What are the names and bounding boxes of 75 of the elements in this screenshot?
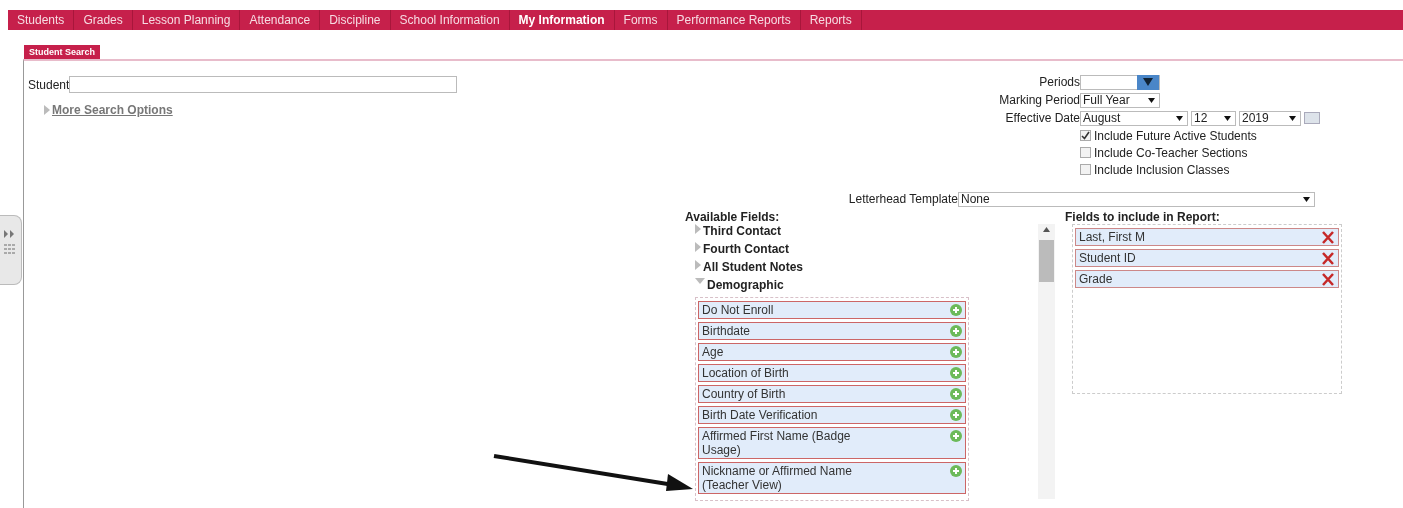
add-icon[interactable] [950, 304, 962, 316]
field-item[interactable]: Do Not Enroll [698, 301, 966, 319]
section-heading: Available Fields: [684, 210, 781, 224]
remove-icon[interactable] [1321, 251, 1335, 265]
add-icon[interactable] [950, 325, 962, 337]
field-label: Effective Date [1004, 111, 1080, 125]
caret-icon [1303, 196, 1310, 202]
letterhead-dropdown[interactable]: None [958, 191, 1315, 207]
nav-tab[interactable]: Discipline [320, 10, 391, 30]
day-dropdown[interactable]: 12 [1191, 110, 1236, 126]
tree-group[interactable]: All Student Notes [703, 260, 803, 274]
expand-triangle-icon[interactable] [695, 242, 701, 252]
caret-icon [1176, 115, 1183, 121]
field-label: Periods [1038, 75, 1080, 89]
nav-tab[interactable]: Lesson Planning [132, 10, 241, 30]
field-label: Student [28, 77, 70, 92]
marking-period-dropdown[interactable]: Full Year [1080, 92, 1160, 108]
included-field-item[interactable]: Last, First M [1075, 228, 1339, 246]
remove-icon[interactable] [1321, 230, 1335, 244]
field-label: Letterhead Template [847, 192, 958, 206]
caret-icon [1148, 97, 1155, 103]
checkbox[interactable] [1080, 130, 1091, 141]
student-field[interactable] [69, 76, 458, 93]
checkbox[interactable] [1080, 147, 1091, 158]
nav-tab[interactable]: My Information [509, 10, 615, 30]
checkbox-label: Include Co-Teacher Sections [1094, 145, 1248, 160]
tree-group[interactable]: Third Contact [703, 224, 781, 238]
add-icon[interactable] [950, 388, 962, 400]
nav-tab[interactable]: Forms [614, 10, 668, 30]
tree-group[interactable]: Demographic [707, 278, 784, 292]
expand-triangle-icon[interactable] [695, 278, 705, 284]
nav-tab[interactable]: Reports [800, 10, 862, 30]
remove-icon[interactable] [1321, 272, 1335, 286]
handle-icon [4, 230, 15, 254]
caret-icon[interactable] [1137, 74, 1159, 90]
nav-tab[interactable]: Attendance [240, 10, 321, 30]
caret-icon [1224, 115, 1231, 121]
nav-tab[interactable]: Performance Reports [667, 10, 801, 30]
field-item[interactable]: Location of Birth [698, 364, 966, 382]
nav-tab[interactable]: Grades [74, 10, 133, 30]
scrollbar[interactable] [1038, 224, 1055, 499]
month-dropdown[interactable]: August [1080, 110, 1188, 126]
add-icon[interactable] [950, 409, 962, 421]
field-item[interactable]: Birthdate [698, 322, 966, 340]
year-dropdown[interactable]: 2019 [1239, 110, 1301, 126]
nav-tab[interactable]: Students [8, 10, 75, 30]
field-item[interactable]: Birth Date Verification [698, 406, 966, 424]
add-icon[interactable] [950, 465, 962, 477]
field-item[interactable]: Age [698, 343, 966, 361]
calendar-icon[interactable] [1304, 112, 1320, 124]
caret-icon [1289, 115, 1296, 121]
add-icon[interactable] [950, 367, 962, 379]
checkbox[interactable] [1080, 164, 1091, 175]
field-label: Marking Period [998, 93, 1080, 107]
sidebar-toggle[interactable] [0, 215, 22, 285]
expand-triangle-icon[interactable] [695, 260, 701, 270]
expand-triangle-icon[interactable] [44, 105, 50, 115]
add-icon[interactable] [950, 430, 962, 442]
scrollbar-thumb[interactable] [1039, 240, 1054, 282]
included-field-item[interactable]: Grade [1075, 270, 1339, 288]
nav-tab[interactable]: School Information [390, 10, 510, 30]
periods-dropdown[interactable] [1080, 74, 1160, 90]
checkbox-label: Include Inclusion Classes [1094, 162, 1230, 177]
scroll-up-icon[interactable] [1043, 227, 1050, 232]
field-item[interactable]: Nickname or Affirmed Name (Teacher View) [698, 462, 966, 494]
tree-group[interactable]: Fourth Contact [703, 242, 789, 256]
section-heading: Fields to include in Report: [1064, 210, 1221, 224]
add-icon[interactable] [950, 346, 962, 358]
tab[interactable]: Student Search [24, 45, 100, 59]
field-item[interactable]: Country of Birth [698, 385, 966, 403]
checkbox-label: Include Future Active Students [1094, 128, 1257, 143]
field-item[interactable]: Affirmed First Name (Badge Usage) [698, 427, 966, 459]
included-field-item[interactable]: Student ID [1075, 249, 1339, 267]
more-search-options-link[interactable]: More Search Options [52, 103, 173, 117]
expand-triangle-icon[interactable] [695, 224, 701, 234]
